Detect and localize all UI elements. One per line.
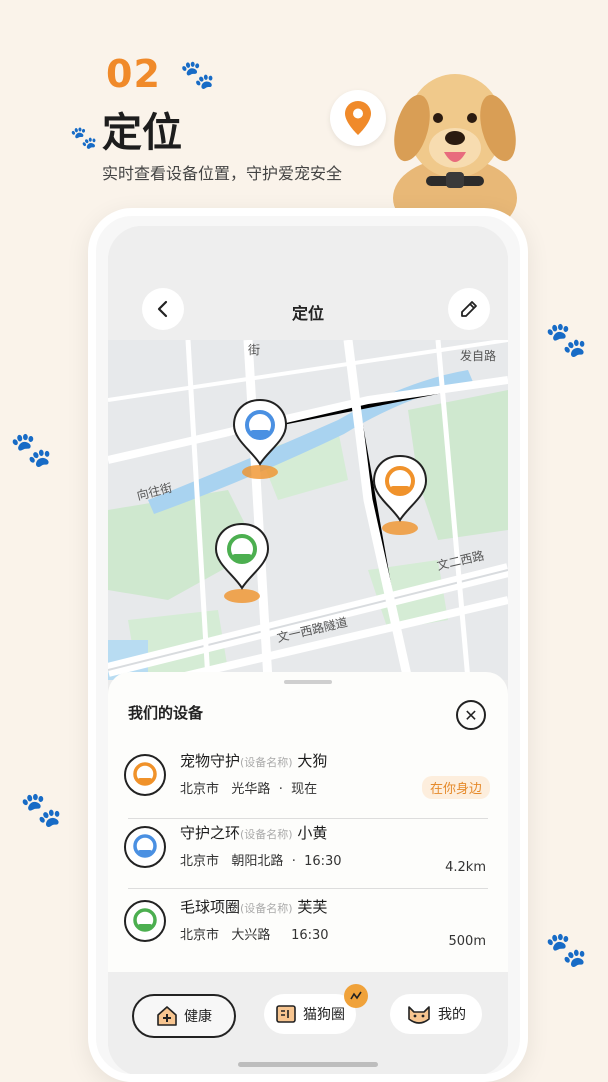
device-name: 毛球项圈	[180, 898, 241, 916]
separator: ·	[291, 854, 296, 869]
device-street: 光华路	[231, 782, 271, 797]
map-marker-green[interactable]	[212, 520, 272, 606]
device-city: 北京市	[180, 928, 220, 943]
device-street: 大兴路	[231, 928, 271, 943]
device-row[interactable]: 宠物守护(设备名称) 大狗 北京市 光华路 · 现在 在你身边	[124, 746, 494, 810]
device-distance: 500m	[448, 934, 486, 949]
paw-icon: 🐾	[545, 930, 588, 970]
bottom-tab-bar: 健康 猫狗圈 我的	[108, 972, 508, 1074]
device-pin-icon	[372, 454, 428, 535]
status-badge: 在你身边	[421, 776, 490, 799]
divider	[128, 888, 488, 889]
device-time: 16:30	[291, 928, 329, 943]
device-name: 宠物守护	[180, 752, 241, 770]
map-canvas: 向往街 文一西路隧道 文二西路 发自路 街	[108, 338, 508, 684]
device-sheet: 我们的设备 ✕ 宠物守护(设备名称) 大狗 北京市 光华路 · 现在 在你身边 …	[108, 672, 508, 972]
tab-label: 猫狗圈	[303, 1007, 345, 1023]
device-time: 16:30	[304, 854, 342, 869]
device-avatar	[124, 900, 166, 942]
drag-handle[interactable]	[284, 680, 332, 684]
map-view[interactable]: 向往街 文一西路隧道 文二西路 发自路 街	[108, 338, 508, 684]
map-marker-blue[interactable]	[230, 396, 290, 482]
device-pin-icon	[214, 522, 270, 603]
device-street: 朝阳北路	[231, 854, 284, 869]
device-name-tag: (设备名称)	[240, 828, 293, 841]
device-distance: 4.2km	[445, 860, 486, 875]
device-pin-icon	[232, 398, 288, 479]
separator: ·	[278, 782, 283, 797]
collar-icon	[133, 834, 157, 858]
location-pin-icon	[345, 101, 371, 135]
device-city: 北京市	[180, 782, 220, 797]
device-name: 守护之环	[180, 824, 241, 842]
paw-icon: 🐾	[180, 58, 215, 91]
section-subtitle: 实时查看设备位置，守护爱宠安全	[102, 164, 343, 183]
device-name-line: 宠物守护(设备名称) 大狗	[180, 750, 327, 771]
map-marker-orange[interactable]	[370, 452, 430, 538]
app-screen: 定位 向往街 文一西路隧道 文二西路 发自路 街 我们的设备 ✕ 宠物守护(设备…	[108, 226, 508, 1074]
phone-frame: 定位 向往街 文一西路隧道 文二西路 发自路 街 我们的设备 ✕ 宠物守护(设备…	[88, 208, 528, 1082]
cat-face-icon	[408, 1006, 430, 1024]
home-indicator	[238, 1062, 378, 1067]
device-city: 北京市	[180, 854, 220, 869]
top-bar: 定位	[108, 226, 508, 340]
dog-illustration	[393, 74, 517, 228]
close-button[interactable]: ✕	[456, 700, 486, 730]
tab-community[interactable]: 猫狗圈	[264, 994, 356, 1034]
tab-health[interactable]: 健康	[132, 994, 236, 1038]
edit-icon	[461, 301, 477, 317]
paw-icon: 🐾	[20, 790, 63, 830]
paw-icon: 🐾	[545, 320, 588, 360]
device-name-line: 守护之环(设备名称) 小黄	[180, 822, 327, 843]
location-pin-badge	[330, 90, 386, 146]
collar-icon	[133, 762, 157, 786]
community-icon	[276, 1005, 296, 1023]
collar-icon	[133, 908, 157, 932]
device-row[interactable]: 守护之环(设备名称) 小黄 北京市 朝阳北路 · 16:30 4.2km	[124, 818, 494, 882]
tab-profile[interactable]: 我的	[390, 994, 482, 1034]
device-time: 现在	[291, 782, 318, 797]
street-label: 街	[248, 343, 260, 357]
paw-icon: 🐾	[10, 430, 53, 470]
pet-name: 芙芙	[297, 898, 328, 916]
pet-name: 小黄	[297, 824, 328, 842]
tab-label: 我的	[438, 1007, 466, 1023]
device-name-line: 毛球项圈(设备名称) 芙芙	[180, 896, 327, 917]
sheet-title: 我们的设备	[128, 704, 204, 722]
device-name-tag: (设备名称)	[240, 902, 293, 915]
device-avatar	[124, 754, 166, 796]
tab-label: 健康	[184, 1009, 212, 1025]
section-title: 定位	[102, 110, 182, 156]
device-avatar	[124, 826, 166, 868]
notification-icon	[344, 984, 368, 1008]
device-address: 北京市 光华路 · 现在	[180, 778, 317, 797]
device-name-tag: (设备名称)	[240, 756, 293, 769]
section-number: 02	[106, 52, 161, 96]
street-label: 发自路	[460, 348, 496, 363]
paw-icon: 🐾	[70, 126, 98, 151]
close-icon: ✕	[464, 705, 478, 725]
device-address: 北京市 大兴路 16:30	[180, 924, 329, 943]
pet-name: 大狗	[297, 752, 328, 770]
device-row[interactable]: 毛球项圈(设备名称) 芙芙 北京市 大兴路 16:30 500m	[124, 892, 494, 956]
edit-button[interactable]	[448, 288, 490, 330]
device-address: 北京市 朝阳北路 · 16:30	[180, 850, 342, 869]
health-house-icon	[157, 1006, 177, 1026]
